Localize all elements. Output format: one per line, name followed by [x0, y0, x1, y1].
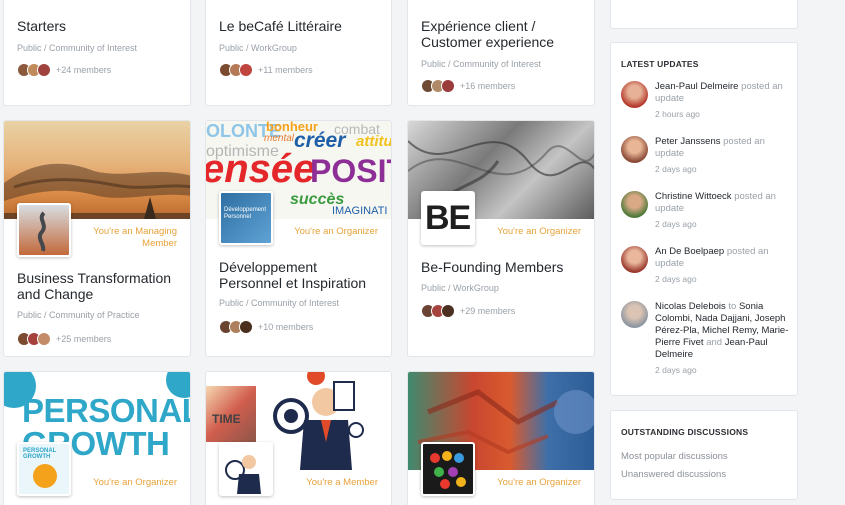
group-card-ants[interactable]: You're an Organizer: [407, 371, 595, 505]
group-card-developpement-personnel[interactable]: OLONTE bonheur combat mental créer attit…: [205, 120, 392, 357]
group-meta: Public / Community of Interest: [421, 59, 542, 69]
group-logo-text: Développement Personnel: [224, 207, 267, 220]
user-link[interactable]: Nicolas Delebois: [655, 301, 726, 312]
membership-role: You're an Managing Member: [93, 226, 177, 249]
group-title[interactable]: Be-Founding Members: [421, 259, 563, 275]
membership-role: You're an Organizer: [93, 477, 177, 488]
member-count[interactable]: +25 members: [56, 334, 111, 344]
growth-illustration: [33, 464, 57, 488]
update-time: 2 days ago: [655, 365, 697, 375]
banner-word: attitu: [356, 133, 392, 150]
group-logo-text: PERSONAL GROWTH: [23, 448, 57, 460]
avatar[interactable]: [621, 81, 648, 108]
user-link[interactable]: Peter Janssens: [655, 136, 720, 147]
update-conjunction: and: [703, 337, 725, 348]
avatar: [37, 63, 51, 77]
update-text: Nicolas Delebois to Sonia Colombi, Nada …: [655, 301, 793, 376]
banner-word: IMAGINATI: [332, 205, 388, 217]
user-link[interactable]: Jean-Paul Delmeire: [655, 81, 738, 92]
group-meta: Public / Community of Interest: [17, 43, 138, 53]
member-avatars: +11 members: [219, 63, 313, 77]
banner-word: POSITIV: [310, 153, 391, 189]
group-card-member[interactable]: TIME You're a Member: [205, 371, 392, 505]
update-text: An De Boelpaep posted an update 2 days a…: [655, 246, 793, 285]
group-logo-text: BE: [425, 199, 471, 237]
member-count[interactable]: +11 members: [258, 65, 313, 75]
group-logo: PERSONAL GROWTH: [17, 442, 71, 496]
avatar[interactable]: [621, 136, 648, 163]
group-meta: Public / Community of Interest: [219, 298, 340, 308]
group-card-personal-growth[interactable]: PERSONAL GROWTH PERSONAL GROWTH You're a…: [3, 371, 191, 505]
update-time: 2 days ago: [655, 274, 697, 284]
member-count[interactable]: +16 members: [460, 81, 515, 91]
group-title[interactable]: Développement Personnel et Inspiration: [219, 259, 379, 291]
member-count[interactable]: +10 members: [258, 322, 313, 332]
member-avatars: +24 members: [17, 63, 111, 77]
group-logo: BE: [421, 191, 475, 245]
group-title[interactable]: Starters: [17, 18, 66, 34]
member-count[interactable]: +24 members: [56, 65, 111, 75]
banner-word: ensée: [205, 147, 316, 191]
update-text: Peter Janssens posted an update 2 days a…: [655, 136, 793, 175]
outstanding-discussions-panel: OUTSTANDING DISCUSSIONS Most popular dis…: [610, 410, 798, 500]
group-logo: Développement Personnel: [219, 191, 273, 245]
update-time: 2 days ago: [655, 219, 697, 229]
most-popular-link[interactable]: Most popular discussions: [621, 451, 797, 462]
membership-role: You're an Organizer: [497, 477, 581, 488]
update-time: 2 hours ago: [655, 109, 700, 119]
latest-updates-panel: LATEST UPDATES Jean-Paul Delmeire posted…: [610, 42, 798, 396]
group-card-starters[interactable]: Starters Public / Community of Interest …: [3, 0, 191, 106]
avatar: [239, 63, 253, 77]
group-card-business-transformation[interactable]: You're an Managing Member Business Trans…: [3, 120, 191, 357]
update-text: Jean-Paul Delmeire posted an update 2 ho…: [655, 81, 793, 120]
top-panel: test: [610, 0, 798, 29]
group-card-becafe[interactable]: Le beCafé Littéraire Public / WorkGroup …: [205, 0, 392, 106]
outstanding-discussions-heading: OUTSTANDING DISCUSSIONS: [621, 427, 749, 437]
avatar: [37, 332, 51, 346]
user-link[interactable]: An De Boelpaep: [655, 246, 724, 257]
latest-updates-heading: LATEST UPDATES: [621, 59, 699, 69]
update-time: 2 days ago: [655, 164, 697, 174]
membership-role: You're an Organizer: [294, 226, 378, 237]
top-panel-text: test: [621, 0, 635, 1]
group-title[interactable]: Expérience client / Customer experience: [421, 18, 581, 50]
update-text: Christine Wittoeck posted an update 2 da…: [655, 191, 793, 230]
group-logo: [219, 442, 273, 496]
avatar[interactable]: [621, 301, 648, 328]
membership-role: You're an Organizer: [497, 226, 581, 237]
group-meta: Public / WorkGroup: [219, 43, 297, 53]
avatar: [441, 79, 455, 93]
group-meta: Public / Community of Practice: [17, 310, 140, 320]
group-card-be-founding-members[interactable]: BE You're an Organizer Be-Founding Membe…: [407, 120, 595, 357]
member-avatars: +29 members: [421, 304, 515, 318]
member-avatars: +25 members: [17, 332, 111, 346]
group-card-customer-experience[interactable]: Expérience client / Customer experience …: [407, 0, 595, 106]
group-meta: Public / WorkGroup: [421, 283, 499, 293]
avatar: [441, 304, 455, 318]
unanswered-link[interactable]: Unanswered discussions: [621, 469, 797, 480]
member-count[interactable]: +29 members: [460, 306, 515, 316]
membership-role: You're a Member: [306, 477, 378, 488]
member-avatars: +10 members: [219, 320, 313, 334]
avatar[interactable]: [621, 246, 648, 273]
group-logo: [421, 442, 475, 496]
group-title[interactable]: Le beCafé Littéraire: [219, 18, 342, 34]
avatar: [239, 320, 253, 334]
group-title[interactable]: Business Transformation and Change: [17, 270, 182, 302]
group-logo: [17, 203, 71, 257]
avatar[interactable]: [621, 191, 648, 218]
update-action: to: [725, 301, 739, 312]
user-link[interactable]: Christine Wittoeck: [655, 191, 732, 202]
member-avatars: +16 members: [421, 79, 515, 93]
